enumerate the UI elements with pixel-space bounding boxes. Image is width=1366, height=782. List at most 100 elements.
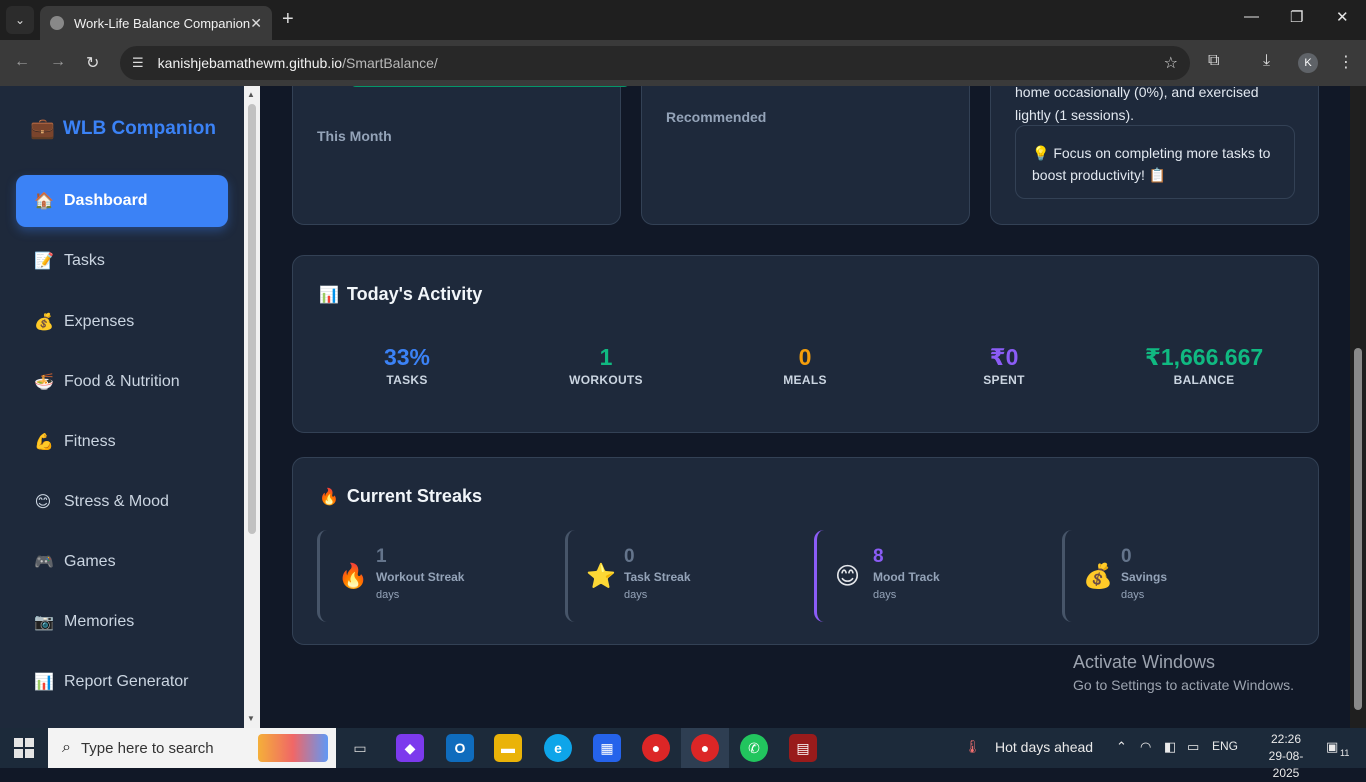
close-tab-icon[interactable]: ✕ <box>250 15 262 32</box>
taskbar-search[interactable]: ⌕ Type here to search <box>48 728 336 768</box>
star-icon: ⭐ <box>586 563 616 590</box>
sidebar-item-dashboard[interactable]: 🏠 Dashboard <box>16 175 228 227</box>
browser-toolbar: ← → ↻ ☰ kanishjebamathewm.github.io/Smar… <box>0 40 1366 86</box>
clock[interactable]: 22:26 29-08-2025 <box>1256 731 1316 782</box>
edge-icon[interactable]: e <box>544 734 572 762</box>
stat-label: BALANCE <box>1173 373 1235 387</box>
stat-meals: 0 MEALS <box>705 344 905 387</box>
card-title: 📊 Today's Activity <box>319 284 483 304</box>
insights-card: home occasionally (0%), and exercised li… <box>990 86 1319 225</box>
new-tab-button[interactable]: + <box>282 8 294 31</box>
sidebar-item-label: Dashboard <box>64 192 148 209</box>
camera-icon: 📷 <box>34 614 54 631</box>
sidebar-item-tasks[interactable]: 📝 Tasks <box>16 235 228 287</box>
sidebar-item-food-nutrition[interactable]: 🍜 Food & Nutrition <box>16 356 228 408</box>
address-bar[interactable]: ☰ kanishjebamathewm.github.io/SmartBalan… <box>120 46 1190 80</box>
streak-count: 1 <box>376 546 387 567</box>
whatsapp-icon[interactable]: ✆ <box>740 734 768 762</box>
bookmark-star-icon[interactable]: ☆ <box>1164 53 1178 73</box>
money-bag-icon: 💰 <box>34 314 54 331</box>
url-text[interactable]: kanishjebamathewm.github.io/SmartBalance… <box>158 55 1164 71</box>
back-icon[interactable]: ← <box>14 53 30 71</box>
clock-time: 22:26 <box>1270 732 1302 746</box>
streak-savings: 💰 0 Savings days <box>1062 530 1292 622</box>
browser-tab[interactable]: Work-Life Balance Companion ✕ <box>40 6 272 40</box>
sidebar-item-games[interactable]: 🎮 Games <box>16 536 228 588</box>
search-highlight-icon <box>258 734 328 762</box>
streak-name: Task Streak <box>624 570 691 584</box>
insight-text: home occasionally (0%), and exercised li… <box>1015 86 1259 123</box>
battery-icon[interactable]: ▭ <box>1187 739 1199 755</box>
notification-icon[interactable]: ▣ <box>1326 739 1338 755</box>
file-explorer-icon[interactable]: ▬ <box>494 734 522 762</box>
budget-period-label: This Month <box>317 128 392 144</box>
sidebar-item-label: Report Generator <box>64 673 189 690</box>
streak-name: Savings <box>1121 570 1168 584</box>
streak-unit: days <box>376 589 400 601</box>
house-icon: 🏠 <box>34 193 54 210</box>
scroll-down-icon[interactable]: ▼ <box>247 714 255 723</box>
brand-title: WLB Companion <box>62 117 216 139</box>
stat-workouts: 1 WORKOUTS <box>506 344 706 387</box>
language-indicator[interactable]: ENG <box>1212 739 1238 753</box>
brand: 💼 WLB Companion <box>30 116 216 141</box>
tab-search-button[interactable]: ⌄ <box>6 6 34 34</box>
sidebar-scrollbar-thumb[interactable] <box>248 104 256 534</box>
download-icon[interactable]: ⤓ <box>1263 52 1270 70</box>
sidebar-item-memories[interactable]: 📷 Memories <box>16 596 228 648</box>
sidebar-item-expenses[interactable]: 💰 Expenses <box>16 296 228 348</box>
copilot-icon[interactable]: ◆ <box>396 734 424 762</box>
speaker-icon[interactable]: ◧ <box>1164 739 1176 755</box>
activate-windows-title: Activate Windows <box>1073 652 1216 672</box>
streak-task: ⭐ 0 Task Streak days <box>565 530 795 622</box>
page-scrollbar-thumb[interactable] <box>1354 348 1362 710</box>
chevron-up-icon[interactable]: ⌃ <box>1116 739 1127 755</box>
restore-icon[interactable]: ❐ <box>1290 8 1303 26</box>
forward-icon[interactable]: → <box>50 53 66 71</box>
budget-amount-bar <box>350 86 630 87</box>
stat-value: ₹0 <box>989 344 1019 370</box>
winrar-icon[interactable]: ▤ <box>789 734 817 762</box>
translate-icon[interactable]: ⧉ <box>1208 52 1219 70</box>
sidebar-item-fitness[interactable]: 💪 Fitness <box>16 416 228 468</box>
stat-label: MEALS <box>783 373 827 387</box>
task-view-icon[interactable]: ▭ <box>346 734 374 762</box>
menu-kebab-icon[interactable]: ⋮ <box>1338 52 1354 72</box>
recommended-label: Recommended <box>666 109 767 125</box>
chrome-icon[interactable]: ● <box>642 734 670 762</box>
weather-text[interactable]: Hot days ahead <box>995 739 1093 755</box>
profile-avatar[interactable]: K <box>1298 53 1318 73</box>
sidebar-item-report-generator[interactable]: 📊 Report Generator <box>16 656 228 708</box>
sidebar-item-stress-mood[interactable]: 😊 Stress & Mood <box>16 476 228 528</box>
budget-card: This Month <box>292 86 630 225</box>
sidebar-item-label: Fitness <box>64 433 116 450</box>
todays-activity-card: 📊 Today's Activity 33% TASKS 1 WORKOUTS … <box>292 255 1319 433</box>
stat-balance: ₹1,666.667 BALANCE <box>1104 344 1304 387</box>
search-icon: ⌕ <box>62 739 71 756</box>
current-streaks-card: 🔥 Current Streaks 🔥 1 Workout Streak day… <box>292 457 1319 645</box>
reload-icon[interactable]: ↻ <box>86 53 99 73</box>
outlook-icon[interactable]: O <box>446 734 474 762</box>
scroll-up-icon[interactable]: ▲ <box>247 90 255 99</box>
gamepad-icon: 🎮 <box>34 554 54 571</box>
bar-chart-icon: 📊 <box>34 674 54 691</box>
clock-date: 29-08-2025 <box>1268 749 1304 780</box>
bar-chart-icon: 📊 <box>319 286 339 304</box>
minimize-icon[interactable]: — <box>1244 8 1259 25</box>
site-info-icon[interactable]: ☰ <box>132 55 144 71</box>
streak-count: 0 <box>624 546 635 567</box>
browser-tab-bar: ⌄ Work-Life Balance Companion ✕ + — ❐ ✕ <box>0 0 1366 40</box>
smiley-icon: 😊 <box>34 494 52 511</box>
money-bag-icon: 💰 <box>1083 563 1113 590</box>
thermometer-icon[interactable]: 🌡 <box>964 739 981 755</box>
stat-label: SPENT <box>983 373 1025 387</box>
wifi-icon[interactable]: ◠ <box>1140 739 1151 755</box>
smiley-icon: 😊 <box>835 563 861 590</box>
close-window-icon[interactable]: ✕ <box>1336 8 1349 26</box>
store-icon[interactable]: ▦ <box>593 734 621 762</box>
sidebar-item-label: Expenses <box>64 313 135 330</box>
briefcase-icon: 💼 <box>30 118 55 140</box>
chrome-profile-icon[interactable]: ● <box>691 734 719 762</box>
windows-start-icon[interactable] <box>14 738 34 758</box>
bowl-icon: 🍜 <box>34 374 54 391</box>
